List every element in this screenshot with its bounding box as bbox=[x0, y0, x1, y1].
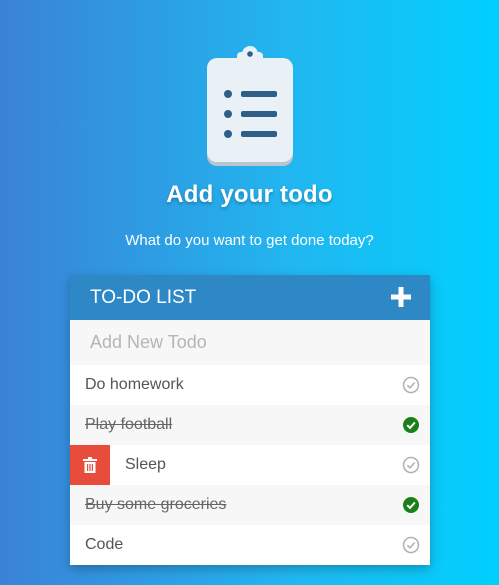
page-title: Add your todo bbox=[166, 181, 333, 208]
trash-icon bbox=[83, 457, 97, 473]
check-outline-icon[interactable] bbox=[402, 536, 420, 554]
todo-card: TO-DO LIST Do homework Play football bbox=[70, 275, 430, 565]
clipboard-list-icon bbox=[207, 46, 293, 166]
todo-item-label: Buy some groceries bbox=[85, 496, 227, 513]
card-header: TO-DO LIST bbox=[70, 275, 430, 320]
todo-item[interactable]: Sleep bbox=[70, 445, 430, 485]
plus-icon[interactable] bbox=[390, 286, 412, 308]
new-todo-row bbox=[70, 320, 430, 365]
check-outline-icon[interactable] bbox=[402, 376, 420, 394]
todo-item-label: Code bbox=[85, 536, 124, 553]
todo-item[interactable]: Buy some groceries bbox=[70, 485, 430, 525]
check-filled-icon[interactable] bbox=[402, 496, 420, 514]
todo-item-label: Play football bbox=[85, 416, 173, 433]
todo-item[interactable]: Code bbox=[70, 525, 430, 565]
page-subtitle: What do you want to get done today? bbox=[125, 232, 374, 249]
todo-item-label: Sleep bbox=[125, 456, 166, 473]
check-filled-icon[interactable] bbox=[402, 416, 420, 434]
new-todo-input[interactable] bbox=[70, 320, 430, 365]
todo-item-label: Do homework bbox=[85, 376, 184, 393]
delete-button[interactable] bbox=[70, 445, 110, 485]
todo-item[interactable]: Do homework bbox=[70, 365, 430, 405]
check-outline-icon[interactable] bbox=[402, 456, 420, 474]
card-title: TO-DO LIST bbox=[90, 287, 197, 308]
todo-item[interactable]: Play football bbox=[70, 405, 430, 445]
